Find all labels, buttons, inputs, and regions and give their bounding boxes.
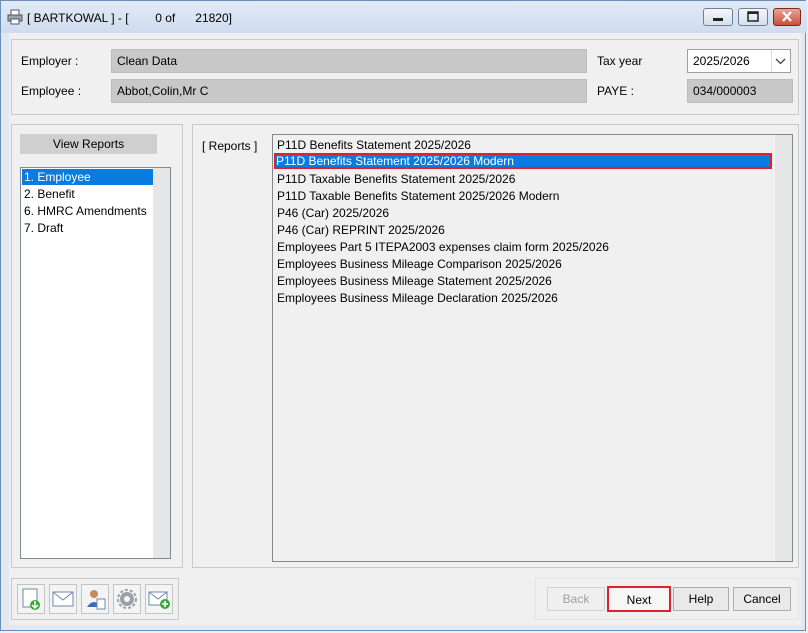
email-add-button[interactable] [145,584,173,614]
category-item-employee[interactable]: 1. Employee [22,169,153,185]
paye-label: PAYE : [597,84,634,98]
report-item[interactable]: Employees Business Mileage Declaration 2… [275,290,558,306]
report-item[interactable]: P46 (Car) 2025/2026 [275,205,389,221]
view-reports-header: View Reports [20,134,157,154]
tax-year-value: 2025/2026 [693,54,750,68]
report-item[interactable]: P46 (Car) REPRINT 2025/2026 [275,222,445,238]
tax-year-select[interactable]: 2025/2026 [687,49,791,73]
export-button[interactable] [17,584,45,614]
report-category-list[interactable]: 1. Employee 2. Benefit 6. HMRC Amendment… [20,167,171,559]
employer-label: Employer : [21,54,79,68]
close-button[interactable] [773,8,801,26]
email-add-icon [148,591,170,609]
back-button[interactable]: Back [547,587,605,611]
next-button[interactable]: Next [607,586,671,612]
settings-button[interactable] [113,584,141,614]
minimize-icon [713,18,723,21]
report-item[interactable]: Employees Business Mileage Comparison 20… [275,256,562,272]
main-window: [ BARTKOWAL ] - [ 0 of 21820] Employer :… [0,0,807,631]
employee-label: Employee : [21,84,82,98]
report-item[interactable]: Employees Business Mileage Statement 202… [275,273,552,289]
user-report-button[interactable] [81,584,109,614]
reports-list[interactable]: P11D Benefits Statement 2025/2026 P11D B… [272,134,793,562]
reports-label: [ Reports ] [202,139,258,153]
email-icon [52,591,74,607]
employer-field: Clean Data [111,49,587,73]
dropdown-arrow[interactable] [771,50,790,72]
report-item[interactable]: P11D Benefits Statement 2025/2026 [275,137,471,153]
help-button[interactable]: Help [673,587,729,611]
cancel-button[interactable]: Cancel [733,587,791,611]
user-report-icon [87,590,106,610]
title-bar[interactable]: [ BARTKOWAL ] - [ 0 of 21820] [1,1,807,33]
report-item[interactable]: P11D Taxable Benefits Statement 2025/202… [275,188,559,204]
reports-list-scrollbar[interactable] [775,135,792,561]
employee-field: Abbot,Colin,Mr C [111,79,587,103]
employee-header-panel: Employer : Clean Data Employee : Abbot,C… [11,39,799,115]
maximize-icon [747,11,759,22]
printer-icon [7,9,23,25]
tax-year-label: Tax year [597,54,643,68]
category-list-scrollbar[interactable] [153,168,170,558]
email-button[interactable] [49,584,77,614]
window-title: [ BARTKOWAL ] - [ 0 of 21820] [27,11,232,25]
paye-field: 034/000003 [687,79,793,103]
category-item-hmrc-amendments[interactable]: 6. HMRC Amendments [22,203,147,219]
report-item[interactable]: P11D Taxable Benefits Statement 2025/202… [275,171,515,187]
settings-icon [117,589,137,609]
report-item[interactable]: Employees Part 5 ITEPA2003 expenses clai… [275,239,609,255]
chevron-down-icon [775,58,786,65]
report-item-selected[interactable]: P11D Benefits Statement 2025/2026 Modern [274,153,772,169]
export-icon [22,588,40,610]
maximize-button[interactable] [738,8,768,26]
close-icon [782,11,792,22]
client-area: Employer : Clean Data Employee : Abbot,C… [9,33,801,625]
category-item-draft[interactable]: 7. Draft [22,220,63,236]
category-item-benefit[interactable]: 2. Benefit [22,186,75,202]
minimize-button[interactable] [703,8,733,26]
